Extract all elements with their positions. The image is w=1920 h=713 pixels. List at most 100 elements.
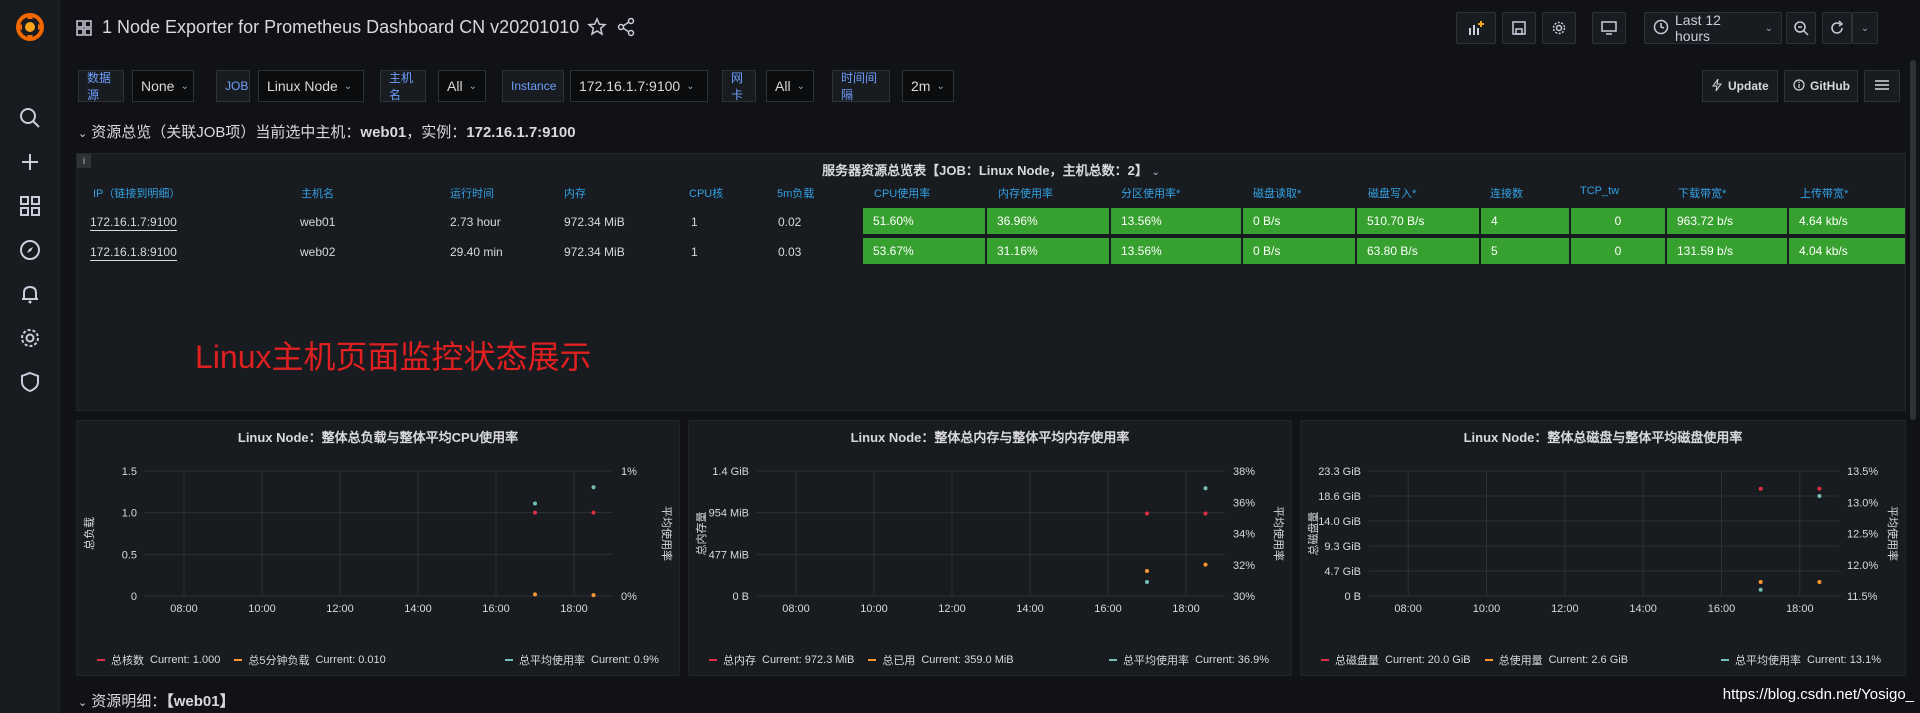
- settings-button[interactable]: [1542, 12, 1576, 44]
- legend-name[interactable]: 总平均使用率: [1735, 652, 1801, 668]
- star-icon[interactable]: [587, 17, 607, 37]
- zoom-out-button[interactable]: [1786, 12, 1816, 44]
- column-header[interactable]: 主机名: [301, 185, 334, 201]
- legend-swatch: [234, 659, 243, 661]
- var-select-hostname[interactable]: All ⌄: [438, 70, 486, 102]
- var-label-instance: Instance: [502, 70, 564, 102]
- data-point: [1817, 486, 1822, 491]
- data-point: [1817, 494, 1822, 498]
- ip-link[interactable]: 172.16.1.8:9100: [90, 245, 177, 261]
- x-tick-label: 16:00: [1094, 603, 1122, 615]
- var-select-instance[interactable]: 172.16.1.7:9100 ⌄: [570, 70, 708, 102]
- table-cell: 29.40 min: [450, 245, 503, 259]
- column-header[interactable]: 5m负载: [777, 185, 814, 201]
- column-header[interactable]: 上传带宽*: [1800, 185, 1848, 201]
- y-right-tick-label: 12.5%: [1847, 529, 1878, 541]
- column-header[interactable]: CPU核: [689, 185, 723, 201]
- github-link-button[interactable]: GitHub: [1784, 70, 1858, 102]
- column-header[interactable]: 运行时间: [450, 185, 494, 201]
- plus-icon[interactable]: [18, 150, 42, 174]
- panel-title-text: 服务器资源总览表【JOB：Linux Node，主机总数：2】: [822, 163, 1148, 178]
- dashboard-title[interactable]: 1 Node Exporter for Prometheus Dashboard…: [102, 17, 579, 38]
- x-tick-label: 08:00: [782, 603, 810, 615]
- legend-name[interactable]: 总平均使用率: [1123, 652, 1189, 668]
- gear-icon[interactable]: [18, 326, 42, 350]
- column-header[interactable]: 下载带宽*: [1678, 185, 1726, 201]
- y-left-tick-label: 4.7 GiB: [1324, 566, 1361, 578]
- legend-name[interactable]: 总核数: [111, 652, 144, 668]
- tv-mode-button[interactable]: [1592, 12, 1626, 44]
- legend-name[interactable]: 总内存: [723, 652, 756, 668]
- data-point: [1203, 486, 1208, 491]
- table-cell-ok: 0: [1571, 208, 1665, 234]
- column-header[interactable]: IP（链接到明细）: [93, 185, 180, 201]
- column-header[interactable]: 磁盘读取*: [1253, 185, 1301, 201]
- x-tick-label: 12:00: [938, 603, 966, 615]
- annotation-text: Linux主机页面监控状态展示: [195, 339, 592, 375]
- column-header[interactable]: 磁盘写入*: [1368, 185, 1416, 201]
- column-header[interactable]: CPU使用率: [874, 185, 930, 201]
- table-cell-ok: 510.70 B/s: [1357, 208, 1479, 234]
- legend-name[interactable]: 总已用: [882, 652, 915, 668]
- row-title-mid: ，实例：: [406, 124, 467, 141]
- update-link-button[interactable]: Update: [1702, 70, 1778, 102]
- grafana-logo-icon[interactable]: [14, 11, 46, 43]
- chevron-down-icon: ⌄: [343, 80, 353, 92]
- ip-link[interactable]: 172.16.1.7:9100: [90, 215, 177, 231]
- panel-title[interactable]: 服务器资源总览表【JOB：Linux Node，主机总数：2】 ⌄: [77, 160, 1905, 179]
- row-header-overview[interactable]: ⌄ 资源总览（关联JOB项）当前选中主机：web01，实例：172.16.1.7:…: [78, 121, 576, 142]
- search-icon[interactable]: [18, 106, 42, 130]
- var-value: 172.16.1.7:9100: [579, 78, 681, 94]
- column-header[interactable]: 内存: [564, 185, 586, 201]
- info-circle-icon: [1793, 78, 1805, 94]
- table-cell-ok: 0: [1571, 238, 1665, 264]
- legend-name[interactable]: 总平均使用率: [519, 652, 585, 668]
- y-left-tick-label: 954 MiB: [709, 508, 749, 520]
- time-picker-button[interactable]: Last 12 hours ⌄: [1644, 12, 1782, 44]
- row-header-detail[interactable]: ⌄ 资源明细：【web01】: [78, 690, 235, 711]
- column-header[interactable]: 分区使用率*: [1121, 185, 1180, 201]
- y-right-axis-label: 平均使用率: [660, 506, 674, 561]
- var-select-nic[interactable]: All ⌄: [766, 70, 814, 102]
- data-point: [591, 593, 596, 598]
- data-point: [1817, 580, 1822, 585]
- chart-disk-svg: 0 B 4.7 GiB 9.3 GiB 14.0 GiB 18.6 GiB 23.3 Gi…: [1306, 466, 1900, 615]
- bolt-icon: [1711, 78, 1723, 94]
- refresh-interval-dropdown[interactable]: ⌄: [1852, 12, 1878, 44]
- legend-name[interactable]: 总5分钟负载: [248, 652, 309, 668]
- var-select-job[interactable]: Linux Node ⌄: [258, 70, 364, 102]
- scrollbar[interactable]: [1910, 60, 1916, 420]
- var-select-interval[interactable]: 2m ⌄: [902, 70, 954, 102]
- x-tick-label: 14:00: [404, 603, 432, 615]
- share-icon[interactable]: [616, 17, 636, 37]
- refresh-button[interactable]: [1822, 12, 1852, 44]
- add-panel-button[interactable]: [1456, 12, 1496, 44]
- legend-name[interactable]: 总磁盘量: [1335, 652, 1379, 668]
- chart-title[interactable]: Linux Node：整体总内存与整体平均内存使用率: [689, 427, 1291, 446]
- shield-icon[interactable]: [18, 370, 42, 394]
- chevron-down-icon: ⌄: [1151, 167, 1160, 178]
- y-right-axis-label: 平均使用率: [1886, 506, 1900, 561]
- table-cell: web01: [300, 215, 336, 229]
- y-right-axis-label: 平均使用率: [1272, 506, 1286, 561]
- dashboards-icon[interactable]: [18, 194, 42, 218]
- legend-current: Current: 1.000: [150, 654, 221, 666]
- x-tick-label: 10:00: [860, 603, 888, 615]
- menu-button[interactable]: [1864, 70, 1900, 102]
- save-button[interactable]: [1502, 12, 1536, 44]
- chart-title[interactable]: Linux Node：整体总负载与整体平均CPU使用率: [77, 427, 679, 446]
- row-title-host: web01: [360, 124, 407, 141]
- y-left-tick-label: 9.3 GiB: [1324, 541, 1361, 553]
- bell-icon[interactable]: [18, 282, 42, 306]
- column-header[interactable]: TCP_tw: [1580, 185, 1619, 197]
- column-header[interactable]: 连接数: [1490, 185, 1523, 201]
- var-select-datasource[interactable]: None ⌄: [132, 70, 194, 102]
- column-header[interactable]: 内存使用率: [998, 185, 1053, 201]
- legend-name[interactable]: 总使用量: [1499, 652, 1543, 668]
- chart-title[interactable]: Linux Node：整体总磁盘与整体平均磁盘使用率: [1301, 427, 1905, 446]
- compass-icon[interactable]: [18, 238, 42, 262]
- var-value: Linux Node: [267, 78, 338, 94]
- legend-current: Current: 36.9%: [1195, 654, 1269, 666]
- x-tick-label: 14:00: [1629, 603, 1657, 615]
- x-tick-label: 12:00: [1551, 603, 1579, 615]
